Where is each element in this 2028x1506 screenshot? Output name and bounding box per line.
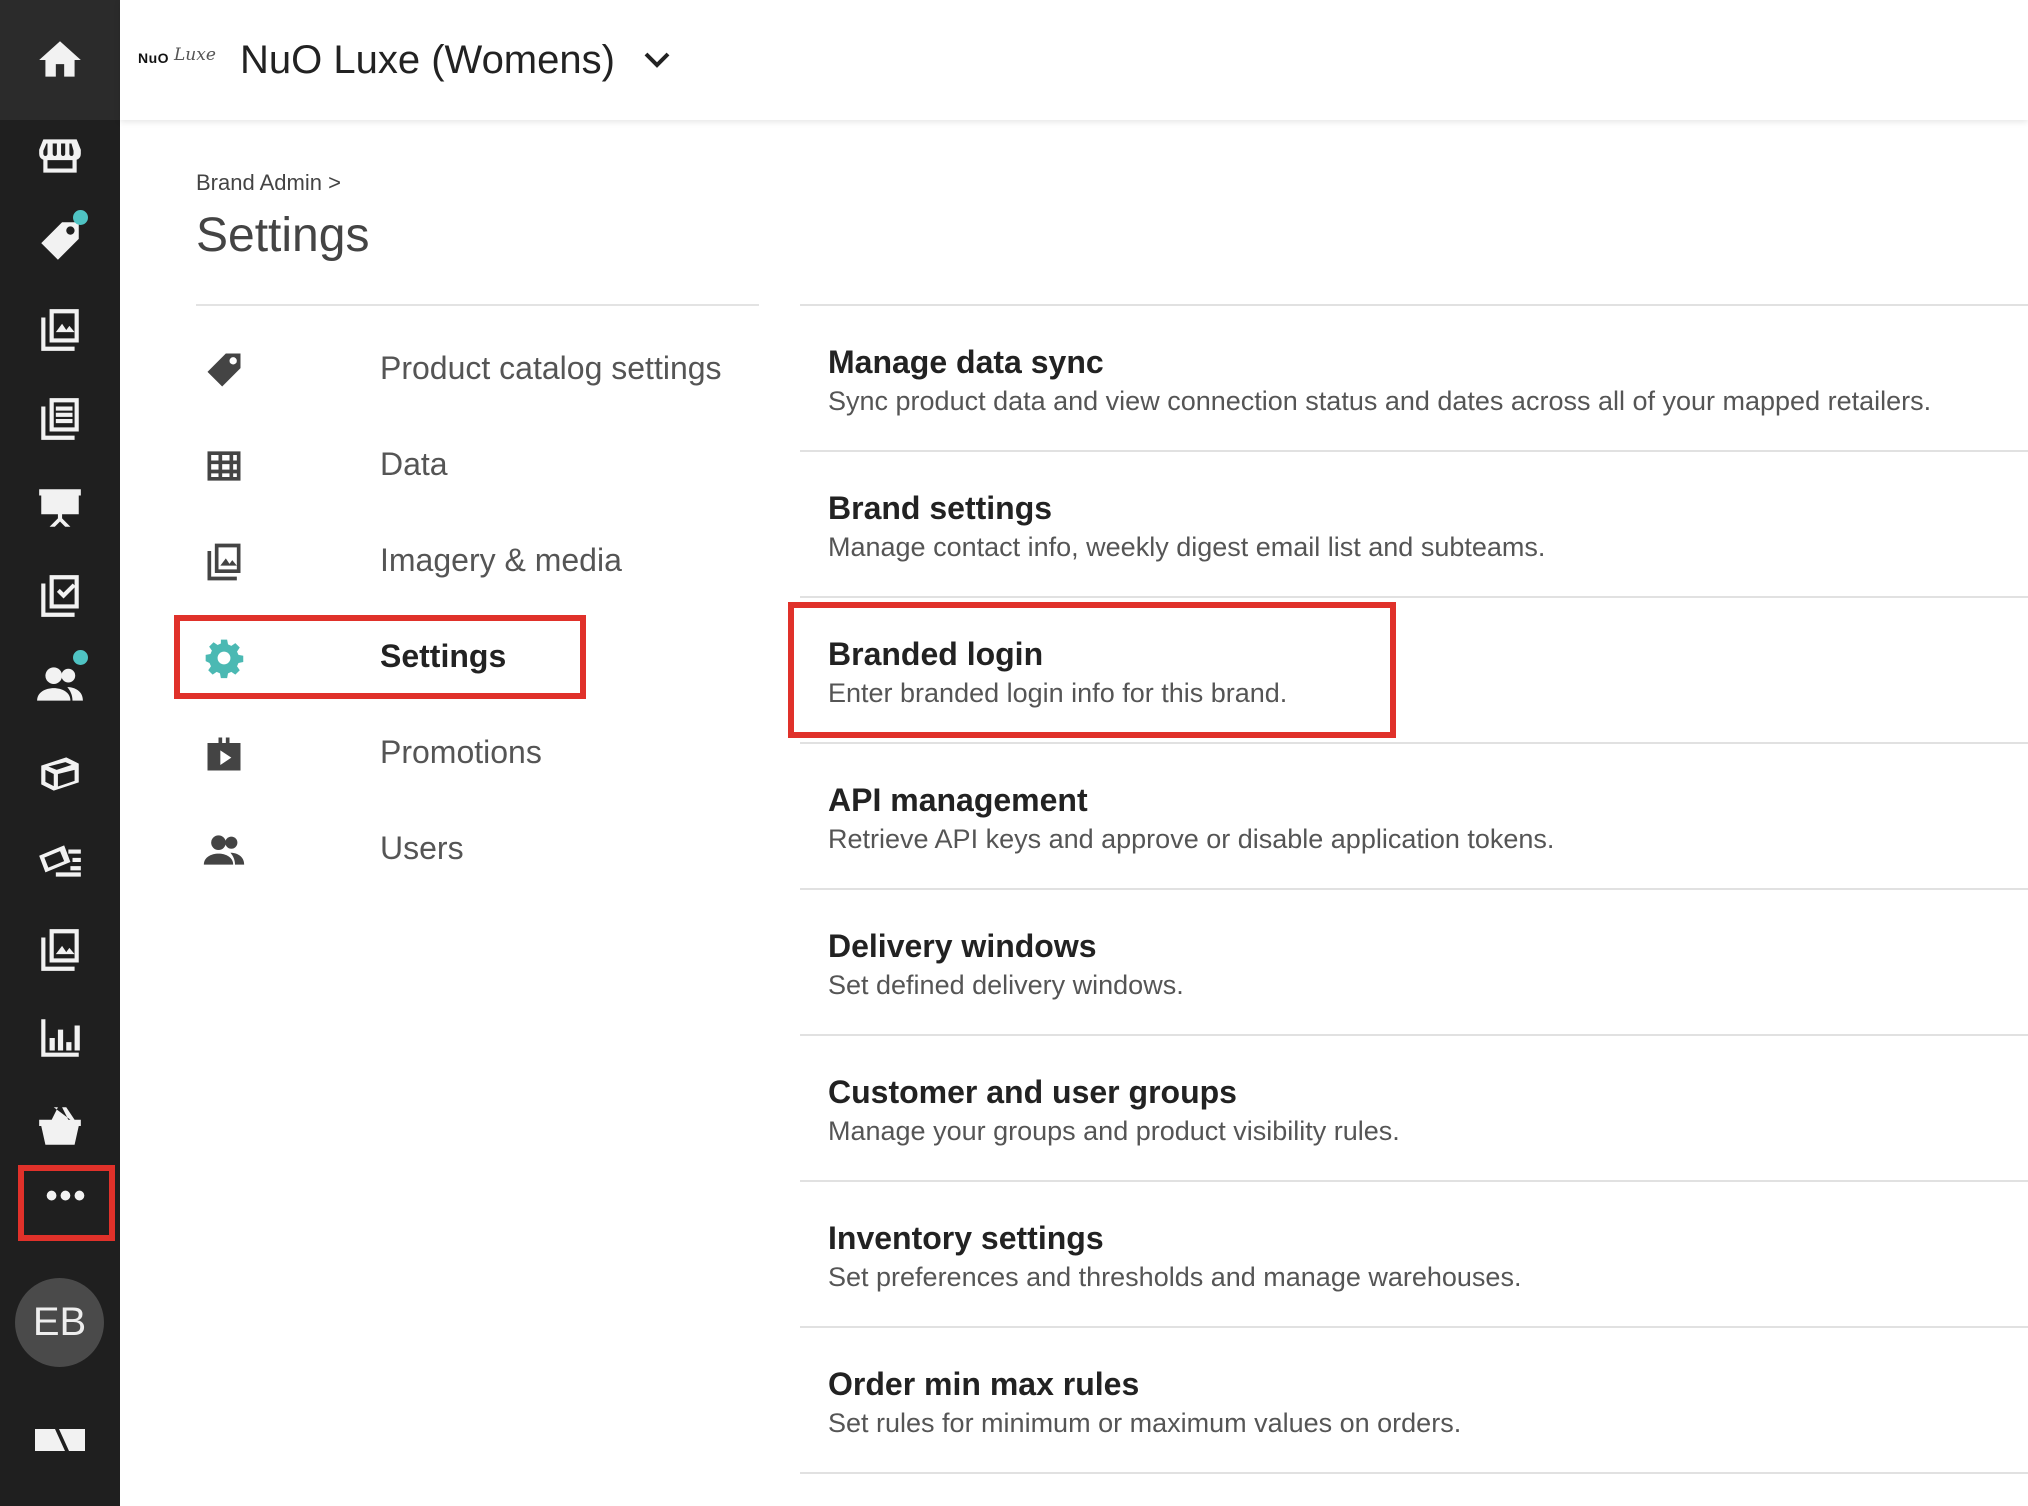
setting-description: Set preferences and thresholds and manag…	[828, 1262, 1522, 1292]
page-title: Settings	[196, 209, 370, 262]
row-divider	[800, 596, 2028, 598]
settings-highlight-box	[174, 615, 586, 699]
setting-title: Order min max rules	[828, 1366, 1140, 1402]
setting-title: Brand settings	[828, 490, 1053, 526]
subnav-item-label: Users	[380, 830, 464, 866]
subnav-item-data[interactable]: Data	[196, 426, 736, 506]
subnav-divider	[196, 304, 759, 306]
row-divider	[800, 1034, 2028, 1036]
row-divider	[800, 450, 2028, 452]
row-divider	[800, 742, 2028, 744]
breadcrumb[interactable]: Brand Admin >	[196, 170, 341, 196]
more-dots-icon: •••	[45, 1177, 88, 1215]
subnav-item-imagery-media[interactable]: Imagery & media	[196, 522, 736, 602]
row-divider	[800, 1180, 2028, 1182]
box-icon[interactable]	[22, 736, 98, 812]
brand-switcher-dropdown[interactable]: NuO Luxe (Womens)	[240, 30, 671, 90]
setting-description: Manage contact info, weekly digest email…	[828, 532, 1546, 562]
table-icon	[202, 444, 246, 488]
setting-description: Retrieve API keys and approve or disable…	[828, 824, 1555, 854]
app-sidebar: ••• EB	[0, 0, 120, 1506]
subnav-item-label: Product catalog settings	[380, 350, 722, 386]
users-notification-dot	[73, 650, 88, 665]
tag-icon	[202, 348, 246, 392]
subnav-item-users[interactable]: Users	[196, 810, 736, 890]
subnav-item-label: Promotions	[380, 734, 542, 770]
setting-description: Set rules for minimum or maximum values …	[828, 1408, 1462, 1438]
setting-row-manage-data-sync[interactable]: Manage data sync Sync product data and v…	[800, 304, 2028, 450]
brand-name: NuO Luxe (Womens)	[240, 37, 615, 82]
setting-description: Sync product data and view connection st…	[828, 386, 1932, 416]
subnav-item-label: Imagery & media	[380, 542, 622, 578]
setting-row-api-management[interactable]: API management Retrieve API keys and app…	[800, 742, 2028, 888]
basket-icon[interactable]	[22, 1088, 98, 1164]
tag-notification-dot	[73, 210, 88, 225]
setting-title: Delivery windows	[828, 928, 1097, 964]
setting-row-customer-user-groups[interactable]: Customer and user groups Manage your gro…	[800, 1034, 2028, 1180]
setting-title: Manage data sync	[828, 344, 1104, 380]
subnav-item-product-catalog-settings[interactable]: Product catalog settings	[196, 330, 736, 410]
setting-description: Manage your groups and product visibilit…	[828, 1116, 1400, 1146]
promotion-icon	[202, 732, 246, 776]
setting-title: API management	[828, 782, 1088, 818]
brand-logo-main: NuO	[138, 50, 170, 66]
setting-description: Set defined delivery windows.	[828, 970, 1184, 1000]
checklist-icon[interactable]	[22, 558, 98, 634]
store-icon[interactable]	[22, 118, 98, 194]
subnav-item-promotions[interactable]: Promotions	[196, 714, 736, 794]
row-divider	[800, 1326, 2028, 1328]
user-avatar[interactable]: EB	[15, 1278, 104, 1367]
home-icon[interactable]	[22, 22, 98, 98]
mail-icon[interactable]	[22, 824, 98, 900]
more-menu-button[interactable]: •••	[18, 1165, 115, 1241]
setting-row-delivery-windows[interactable]: Delivery windows Set defined delivery wi…	[800, 888, 2028, 1034]
brand-logo-script: Luxe	[174, 45, 216, 65]
setting-row-inventory-settings[interactable]: Inventory settings Set preferences and t…	[800, 1180, 2028, 1326]
top-header: NuO Luxe NuO Luxe (Womens)	[120, 0, 2028, 120]
setting-row-order-min-max-rules[interactable]: Order min max rules Set rules for minimu…	[800, 1326, 2028, 1472]
setting-row-brand-settings[interactable]: Brand settings Manage contact info, week…	[800, 450, 2028, 596]
row-divider	[800, 304, 2028, 306]
users-icon	[202, 828, 246, 872]
brand-logo: NuO Luxe	[138, 45, 242, 75]
catalog-icon[interactable]	[22, 292, 98, 368]
row-divider	[800, 888, 2028, 890]
chart-icon[interactable]	[22, 1000, 98, 1076]
list-icon[interactable]	[22, 381, 98, 457]
images-icon[interactable]	[22, 912, 98, 988]
images-icon	[202, 540, 246, 584]
setting-title: Inventory settings	[828, 1220, 1104, 1256]
presentation-icon[interactable]	[22, 470, 98, 546]
chevron-down-icon	[644, 52, 670, 68]
subnav-item-label: Data	[380, 446, 448, 482]
app-logo-icon	[35, 1429, 85, 1451]
setting-title: Customer and user groups	[828, 1074, 1237, 1110]
row-divider	[800, 1472, 2028, 1474]
branded-login-highlight-box	[788, 602, 1396, 738]
